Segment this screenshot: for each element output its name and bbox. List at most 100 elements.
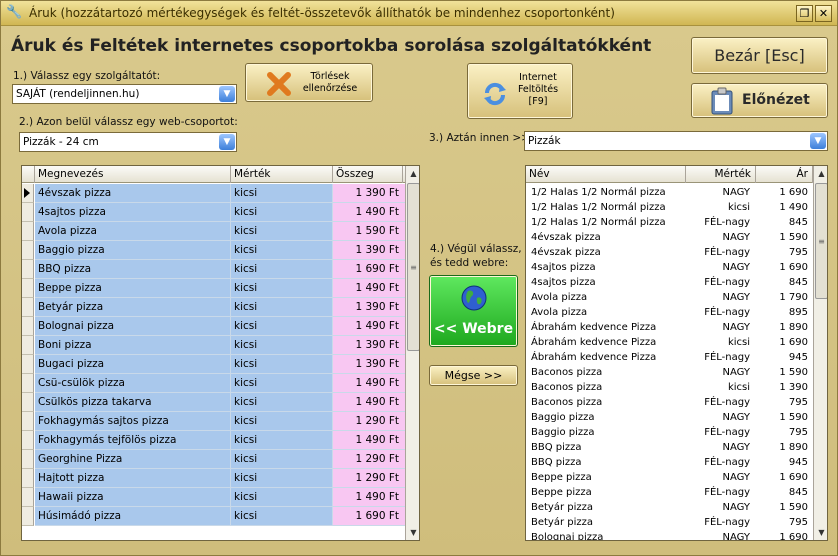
table-row[interactable]: Fokhagymás sajtos pizza kicsi 1 290 Ft	[22, 412, 405, 431]
internet-upload-button[interactable]: Internet Feltöltés [F9]	[467, 63, 573, 119]
row-indicator[interactable]	[22, 336, 34, 355]
table-row[interactable]: Avola pizza kicsi 1 590 Ft	[22, 222, 405, 241]
list-item[interactable]: Avola pizza FÉL-nagy 895	[526, 305, 813, 320]
restore-button[interactable]: ❐	[796, 5, 813, 22]
list-item[interactable]: 4évszak pizza NAGY 1 590	[526, 230, 813, 245]
table-row[interactable]: Csü-csülök pizza kicsi 1 490 Ft	[22, 374, 405, 393]
close-esc-button[interactable]: Bezár [Esc]	[691, 37, 828, 74]
check-deletions-label-2: ellenőrzése	[302, 83, 358, 94]
table-row[interactable]: Hawaii pizza kicsi 1 490 Ft	[22, 488, 405, 507]
category-select[interactable]: Pizzák ▼	[524, 131, 828, 151]
to-web-button[interactable]: << Webre	[429, 275, 518, 347]
list-item[interactable]: 1/2 Halas 1/2 Normál pizza FÉL-nagy 845	[526, 215, 813, 230]
row-indicator[interactable]	[22, 203, 34, 222]
scroll-up-icon[interactable]: ▲	[814, 166, 827, 181]
table-row[interactable]: Húsimádó pizza kicsi 1 690 Ft	[22, 507, 405, 526]
list-item[interactable]: 4évszak pizza FÉL-nagy 795	[526, 245, 813, 260]
preview-button[interactable]: Előnézet	[691, 83, 828, 118]
cell-unit: NAGY	[722, 412, 750, 423]
row-indicator[interactable]	[22, 241, 34, 260]
list-item[interactable]: BBQ pizza NAGY 1 890	[526, 440, 813, 455]
row-indicator[interactable]	[22, 393, 34, 412]
list-item[interactable]: Baggio pizza NAGY 1 590	[526, 410, 813, 425]
refresh-icon	[484, 82, 506, 106]
row-indicator[interactable]	[22, 298, 34, 317]
header-price[interactable]: Ár	[756, 166, 813, 183]
list-item[interactable]: Ábrahám kedvence Pizza NAGY 1 890	[526, 320, 813, 335]
row-indicator[interactable]	[22, 184, 34, 203]
header-unit[interactable]: Mérték	[686, 166, 756, 183]
cell-name: 1/2 Halas 1/2 Normál pizza	[531, 187, 666, 198]
table-row[interactable]: Baggio pizza kicsi 1 390 Ft	[22, 241, 405, 260]
cell-name: 4évszak pizza	[35, 184, 231, 203]
cell-name: Baggio pizza	[531, 412, 595, 423]
scroll-up-icon[interactable]: ▲	[406, 166, 419, 181]
list-item[interactable]: Baggio pizza FÉL-nagy 795	[526, 425, 813, 440]
list-item[interactable]: Bolognai pizza NAGY 1 690	[526, 530, 813, 540]
table-row[interactable]: Beppe pizza kicsi 1 490 Ft	[22, 279, 405, 298]
list-item[interactable]: Beppe pizza FÉL-nagy 845	[526, 485, 813, 500]
scroll-thumb[interactable]: ≡	[815, 183, 827, 299]
cell-unit: NAGY	[722, 232, 750, 243]
table-row[interactable]: Bolognai pizza kicsi 1 490 Ft	[22, 317, 405, 336]
header-name[interactable]: Megnevezés	[35, 166, 231, 183]
table-row[interactable]: Fokhagymás tejfölös pizza kicsi 1 490 Ft	[22, 431, 405, 450]
cell-unit: NAGY	[722, 322, 750, 333]
list-item[interactable]: Ábrahám kedvence Pizza kicsi 1 690	[526, 335, 813, 350]
check-deletions-button[interactable]: Törlések ellenőrzése	[245, 63, 373, 102]
local-grid-scrollbar[interactable]: ▲ ≡ ▼	[405, 166, 419, 540]
list-item[interactable]: Baconos pizza kicsi 1 390	[526, 380, 813, 395]
scroll-down-icon[interactable]: ▼	[814, 525, 827, 540]
provider-select[interactable]: SAJÁT (rendeljinnen.hu) ▼	[12, 84, 237, 104]
list-item[interactable]: Betyár pizza NAGY 1 590	[526, 500, 813, 515]
row-indicator[interactable]	[22, 260, 34, 279]
list-item[interactable]: 4sajtos pizza NAGY 1 690	[526, 260, 813, 275]
list-item[interactable]: Avola pizza NAGY 1 790	[526, 290, 813, 305]
row-indicator[interactable]	[22, 355, 34, 374]
close-button[interactable]: ✕	[815, 5, 832, 22]
row-indicator[interactable]	[22, 412, 34, 431]
list-item[interactable]: Baconos pizza NAGY 1 590	[526, 365, 813, 380]
list-item[interactable]: 1/2 Halas 1/2 Normál pizza NAGY 1 690	[526, 185, 813, 200]
table-row[interactable]: 4évszak pizza kicsi 1 390 Ft	[22, 184, 405, 203]
chevron-down-icon[interactable]: ▼	[810, 133, 826, 149]
table-row[interactable]: Csülkös pizza takarva kicsi 1 490 Ft	[22, 393, 405, 412]
table-row[interactable]: Hajtott pizza kicsi 1 290 Ft	[22, 469, 405, 488]
local-items-grid: Megnevezés Mérték Összeg 4évszak pizza ki…	[21, 165, 420, 541]
web-group-select[interactable]: Pizzák - 24 cm ▼	[19, 132, 237, 152]
list-item[interactable]: Beppe pizza NAGY 1 690	[526, 470, 813, 485]
row-indicator[interactable]	[22, 450, 34, 469]
cancel-button[interactable]: Mégse >>	[429, 365, 518, 386]
row-indicator[interactable]	[22, 488, 34, 507]
table-row[interactable]: Bugaci pizza kicsi 1 390 Ft	[22, 355, 405, 374]
list-item[interactable]: Betyár pizza FÉL-nagy 795	[526, 515, 813, 530]
scroll-thumb[interactable]: ≡	[407, 183, 419, 351]
header-name[interactable]: Név	[526, 166, 686, 183]
row-indicator[interactable]	[22, 507, 34, 526]
chevron-down-icon[interactable]: ▼	[219, 134, 235, 150]
row-indicator[interactable]	[22, 317, 34, 336]
list-item[interactable]: 1/2 Halas 1/2 Normál pizza kicsi 1 490	[526, 200, 813, 215]
table-row[interactable]: Betyár pizza kicsi 1 390 Ft	[22, 298, 405, 317]
cell-price: 795	[788, 247, 808, 258]
chevron-down-icon[interactable]: ▼	[219, 86, 235, 102]
cell-name: BBQ pizza	[531, 457, 582, 468]
table-row[interactable]: BBQ pizza kicsi 1 690 Ft	[22, 260, 405, 279]
header-amount[interactable]: Összeg	[333, 166, 403, 183]
header-unit[interactable]: Mérték	[231, 166, 333, 183]
table-row[interactable]: Georghine Pizza kicsi 1 290 Ft	[22, 450, 405, 469]
row-indicator[interactable]	[22, 374, 34, 393]
table-row[interactable]: 4sajtos pizza kicsi 1 490 Ft	[22, 203, 405, 222]
row-indicator[interactable]	[22, 431, 34, 450]
row-indicator[interactable]	[22, 222, 34, 241]
row-indicator[interactable]	[22, 279, 34, 298]
list-item[interactable]: Ábrahám kedvence Pizza FÉL-nagy 945	[526, 350, 813, 365]
list-item[interactable]: BBQ pizza FÉL-nagy 945	[526, 455, 813, 470]
list-item[interactable]: 4sajtos pizza FÉL-nagy 845	[526, 275, 813, 290]
cell-name: Baggio pizza	[35, 241, 231, 260]
web-grid-scrollbar[interactable]: ▲ ≡ ▼	[813, 166, 827, 540]
table-row[interactable]: Boni pizza kicsi 1 390 Ft	[22, 336, 405, 355]
row-indicator[interactable]	[22, 469, 34, 488]
scroll-down-icon[interactable]: ▼	[406, 525, 419, 540]
list-item[interactable]: Baconos pizza FÉL-nagy 795	[526, 395, 813, 410]
